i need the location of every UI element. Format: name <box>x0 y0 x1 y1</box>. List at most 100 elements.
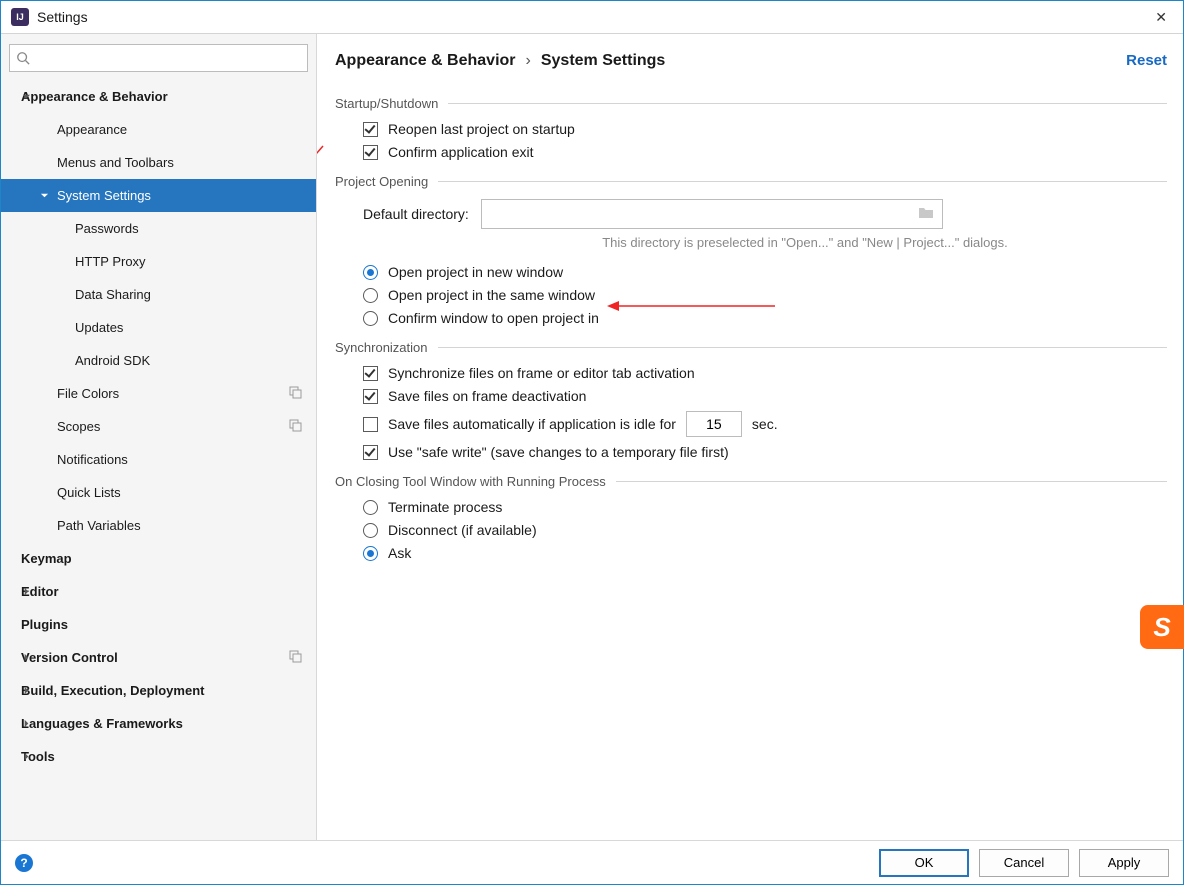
tree-item[interactable]: Build, Execution, Deployment <box>1 674 316 707</box>
content-pane: Appearance & Behavior › System Settings … <box>317 34 1183 841</box>
checkbox-confirm-exit[interactable]: Confirm application exit <box>363 144 1167 160</box>
idle-seconds-input[interactable] <box>686 411 742 437</box>
checkbox-icon <box>363 145 378 160</box>
tree-item[interactable]: Android SDK <box>1 344 316 377</box>
help-icon[interactable]: ? <box>15 854 33 872</box>
tree-item[interactable]: HTTP Proxy <box>1 245 316 278</box>
radio-open-new-window[interactable]: Open project in new window <box>363 264 1167 280</box>
checkbox-icon <box>363 445 378 460</box>
checkbox-icon <box>363 366 378 381</box>
default-directory-input[interactable] <box>481 199 943 229</box>
search-input-container[interactable] <box>9 44 308 72</box>
tree-item-label: Path Variables <box>57 518 141 533</box>
chevron-right-icon <box>21 653 31 663</box>
breadcrumb-root: Appearance & Behavior <box>335 52 516 70</box>
default-directory-hint: This directory is preselected in "Open..… <box>485 235 1125 250</box>
checkbox-icon <box>363 389 378 404</box>
chevron-right-icon <box>21 587 31 597</box>
radio-disconnect[interactable]: Disconnect (if available) <box>363 522 1167 538</box>
checkbox-save-on-deactivation[interactable]: Save files on frame deactivation <box>363 388 1167 404</box>
cancel-button[interactable]: Cancel <box>979 849 1069 877</box>
tree-item-label: Build, Execution, Deployment <box>21 683 204 698</box>
tree-item-label: Data Sharing <box>75 287 151 302</box>
tree-item-label: Keymap <box>21 551 72 566</box>
dialog-footer: ? OK Cancel Apply <box>1 840 1183 884</box>
tree-item-label: Appearance <box>57 122 127 137</box>
sogou-badge-icon: S <box>1140 605 1184 649</box>
tree-item-label: Plugins <box>21 617 68 632</box>
chevron-right-icon: › <box>526 52 531 70</box>
radio-terminate-process[interactable]: Terminate process <box>363 499 1167 515</box>
tree-item[interactable]: Notifications <box>1 443 316 476</box>
breadcrumb-leaf: System Settings <box>541 52 665 70</box>
close-icon[interactable]: ✕ <box>1149 9 1173 26</box>
tree-item[interactable]: Plugins <box>1 608 316 641</box>
tree-item[interactable]: Quick Lists <box>1 476 316 509</box>
section-project-opening: Project Opening <box>335 174 1167 189</box>
reset-link[interactable]: Reset <box>1126 52 1167 69</box>
tree-item[interactable]: Appearance & Behavior <box>1 80 316 113</box>
checkbox-save-idle[interactable]: Save files automatically if application … <box>363 411 1167 437</box>
copy-icon <box>289 650 302 666</box>
tree-item[interactable]: Keymap <box>1 542 316 575</box>
tree-item[interactable]: Appearance <box>1 113 316 146</box>
radio-ask[interactable]: Ask <box>363 545 1167 561</box>
tree-item[interactable]: Passwords <box>1 212 316 245</box>
radio-open-same-window[interactable]: Open project in the same window <box>363 287 1167 303</box>
checkbox-reopen-last-project[interactable]: Reopen last project on startup <box>363 121 1167 137</box>
checkbox-icon <box>363 122 378 137</box>
tree-item-label: File Colors <box>57 386 119 401</box>
checkbox-safe-write[interactable]: Use "safe write" (save changes to a temp… <box>363 444 1167 460</box>
tree-item-label: Quick Lists <box>57 485 121 500</box>
tree-item[interactable]: Path Variables <box>1 509 316 542</box>
checkbox-sync-on-frame[interactable]: Synchronize files on frame or editor tab… <box>363 365 1167 381</box>
tree-item[interactable]: Languages & Frameworks <box>1 707 316 740</box>
sidebar: Appearance & Behavior Appearance Menus and… <box>1 34 317 841</box>
tree-item-label: Version Control <box>21 650 118 665</box>
chevron-right-icon <box>21 719 31 729</box>
checkbox-icon <box>363 417 378 432</box>
radio-icon <box>363 288 378 303</box>
chevron-right-icon <box>21 686 31 696</box>
tree-item[interactable]: Version Control <box>1 641 316 674</box>
tree-item[interactable]: Tools <box>1 740 316 773</box>
tree-item[interactable]: File Colors <box>1 377 316 410</box>
apply-button[interactable]: Apply <box>1079 849 1169 877</box>
tree-item-label: Scopes <box>57 419 100 434</box>
titlebar: IJ Settings ✕ <box>1 1 1183 34</box>
app-icon: IJ <box>11 8 29 26</box>
tree-item-label: Menus and Toolbars <box>57 155 174 170</box>
section-startup: Startup/Shutdown <box>335 96 1167 111</box>
tree-item[interactable]: System Settings <box>1 179 316 212</box>
chevron-down-icon <box>21 92 31 102</box>
tree-item-label: Passwords <box>75 221 139 236</box>
tree-item[interactable]: Data Sharing <box>1 278 316 311</box>
tree-item-label: System Settings <box>57 188 151 203</box>
tree-item[interactable]: Menus and Toolbars <box>1 146 316 179</box>
copy-icon <box>289 386 302 402</box>
radio-icon <box>363 500 378 515</box>
tree-item-label: Languages & Frameworks <box>21 716 183 731</box>
breadcrumb: Appearance & Behavior › System Settings <box>335 52 1167 70</box>
chevron-right-icon <box>21 752 31 762</box>
section-closing: On Closing Tool Window with Running Proc… <box>335 474 1167 489</box>
default-directory-label: Default directory: <box>363 206 469 222</box>
window-title: Settings <box>37 9 88 25</box>
radio-icon <box>363 523 378 538</box>
radio-icon <box>363 265 378 280</box>
folder-icon[interactable] <box>918 206 934 222</box>
tree-item-label: Android SDK <box>75 353 150 368</box>
radio-confirm-window[interactable]: Confirm window to open project in <box>363 310 1167 326</box>
search-input[interactable] <box>34 51 301 66</box>
tree-item[interactable]: Scopes <box>1 410 316 443</box>
radio-icon <box>363 311 378 326</box>
tree-item[interactable]: Editor <box>1 575 316 608</box>
search-icon <box>16 51 30 65</box>
tree-item-label: Updates <box>75 320 123 335</box>
section-synchronization: Synchronization <box>335 340 1167 355</box>
annotation-arrow <box>317 144 325 182</box>
ok-button[interactable]: OK <box>879 849 969 877</box>
tree-item[interactable]: Updates <box>1 311 316 344</box>
tree-item-label: HTTP Proxy <box>75 254 146 269</box>
radio-icon <box>363 546 378 561</box>
